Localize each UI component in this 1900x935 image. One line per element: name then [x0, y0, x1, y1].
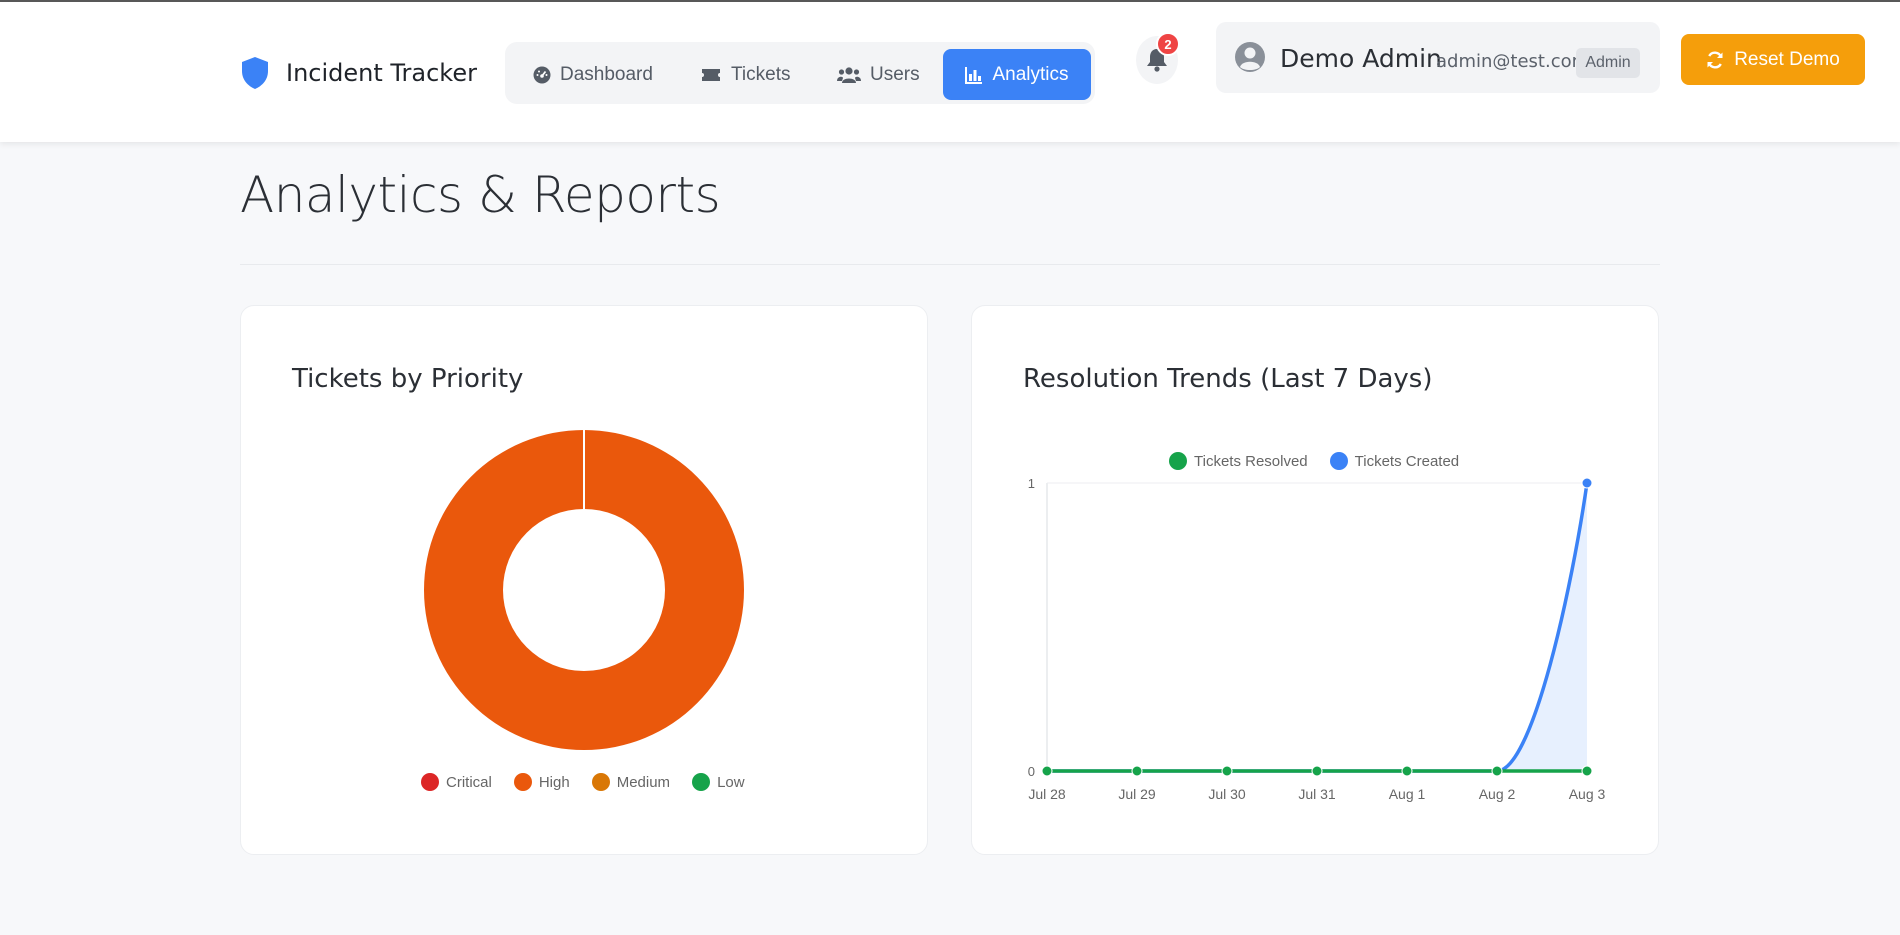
- data-point[interactable]: [1491, 765, 1503, 777]
- legend-swatch: [513, 773, 532, 791]
- x-tick-label: Aug 2: [1479, 786, 1516, 802]
- reset-demo-button[interactable]: Reset Demo: [1681, 34, 1865, 85]
- data-point[interactable]: [1581, 765, 1593, 777]
- nav-item-label: Analytics: [992, 63, 1069, 85]
- role-badge: Admin: [1576, 48, 1640, 78]
- nav-item-label: Dashboard: [560, 63, 653, 85]
- x-tick-label: Aug 1: [1389, 786, 1426, 802]
- refresh-icon: [1707, 50, 1723, 69]
- brand-name: Incident Tracker: [286, 59, 477, 87]
- user-menu[interactable]: Demo Admin admin@test.com Admin: [1216, 22, 1660, 93]
- legend-item-high[interactable]: High: [513, 773, 570, 791]
- top-navbar: Incident Tracker Dashboard Tickets Users…: [0, 2, 1900, 142]
- users-icon: [837, 66, 861, 83]
- nav-item-label: Tickets: [731, 63, 791, 85]
- legend-label: High: [538, 773, 570, 791]
- priority-doughnut-chart: [424, 429, 744, 751]
- chart-bar-icon: [965, 66, 983, 84]
- data-point[interactable]: [1401, 765, 1413, 777]
- legend-item-low[interactable]: Low: [692, 773, 745, 791]
- data-point[interactable]: [1311, 765, 1323, 777]
- nav-item-analytics[interactable]: Analytics: [943, 49, 1091, 100]
- notification-count-badge: 2: [1156, 32, 1180, 56]
- nav-item-tickets[interactable]: Tickets: [700, 49, 800, 100]
- data-point[interactable]: [1221, 765, 1233, 777]
- y-tick-label: 1: [1028, 476, 1035, 491]
- legend-item-critical[interactable]: Critical: [421, 773, 492, 791]
- trends-chart-card: Resolution Trends (Last 7 Days) Tickets …: [971, 305, 1659, 855]
- y-tick-label: 0: [1028, 764, 1035, 779]
- user-name: Demo Admin: [1280, 44, 1442, 73]
- user-circle-icon: [1235, 42, 1265, 72]
- legend-swatch: [692, 773, 711, 791]
- nav-item-label: Users: [870, 63, 920, 85]
- user-email: admin@test.com: [1436, 51, 1590, 72]
- page-title: Analytics & Reports: [240, 166, 721, 224]
- x-tick-label: Jul 28: [1028, 786, 1066, 802]
- data-point[interactable]: [1041, 765, 1053, 777]
- x-tick-label: Aug 3: [1569, 786, 1606, 802]
- title-divider: [240, 264, 1660, 265]
- legend-label: Medium: [616, 773, 671, 791]
- gauge-icon: [533, 66, 551, 83]
- legend-label: Low: [717, 773, 745, 791]
- legend-swatch: [421, 773, 439, 791]
- series-line-tickets-created: [1047, 482, 1589, 773]
- reset-demo-label: Reset Demo: [1734, 48, 1840, 70]
- trends-line-chart: 0 1 Jul 28 Jul 29 Jul 30 Jul 31 Aug 1 Aug 2 Aug …: [1028, 476, 1606, 802]
- priority-chart-legend: Critical High Medium Low: [421, 773, 767, 791]
- priority-chart-card: Tickets by Priority Critical High Medium Lo…: [240, 305, 928, 855]
- x-tick-label: Jul 29: [1118, 786, 1156, 802]
- x-tick-label: Jul 31: [1298, 786, 1336, 802]
- series-area-tickets-created: [1047, 483, 1587, 771]
- nav-item-users[interactable]: Users: [837, 49, 937, 100]
- notifications-button[interactable]: 2: [1136, 32, 1180, 84]
- ticket-icon: [702, 68, 720, 81]
- legend-label: Critical: [446, 773, 492, 791]
- data-point[interactable]: [1131, 765, 1143, 777]
- nav-item-dashboard[interactable]: Dashboard: [533, 49, 663, 100]
- main-nav: Dashboard Tickets Users Analytics: [505, 42, 1095, 104]
- legend-swatch: [591, 773, 610, 791]
- shield-icon: [242, 57, 268, 89]
- brand[interactable]: Incident Tracker: [240, 56, 477, 90]
- legend-item-medium[interactable]: Medium: [591, 773, 671, 791]
- x-tick-label: Jul 30: [1208, 786, 1246, 802]
- data-point[interactable]: [1581, 477, 1593, 489]
